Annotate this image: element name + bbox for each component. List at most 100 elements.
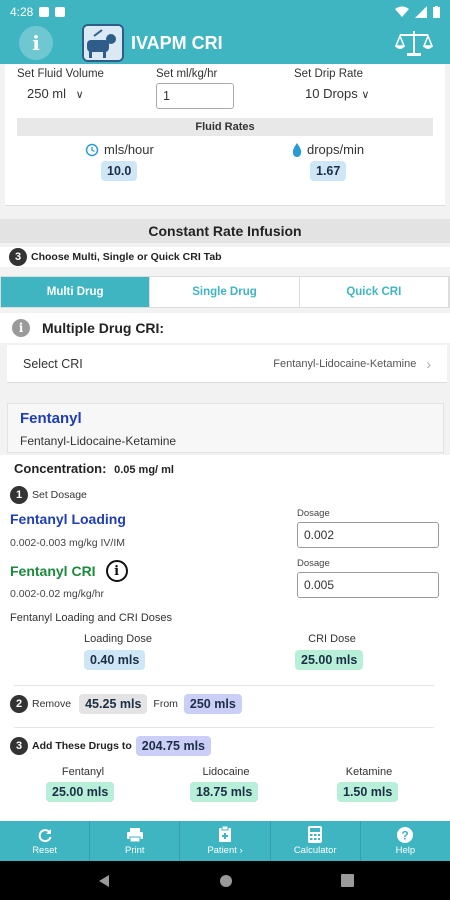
step-3-row: 3 Choose Multi, Single or Quick CRI Tab bbox=[0, 247, 450, 267]
calculator-icon bbox=[308, 826, 323, 843]
back-icon[interactable] bbox=[97, 874, 111, 888]
loading-title: Fentanyl Loading bbox=[10, 511, 126, 527]
set-dosage-label: Set Dosage bbox=[32, 489, 87, 501]
step-3-badge: 3 bbox=[9, 248, 27, 266]
step-2-row: 2 Remove 45.25 mls From 250 mls bbox=[10, 694, 242, 714]
addition-value-fentanyl: 25.00 mls bbox=[46, 782, 115, 802]
nav-print[interactable]: Print bbox=[90, 821, 181, 861]
remove-label: Remove bbox=[32, 698, 72, 710]
select-cri-value: Fentanyl-Lidocaine-Ketamine bbox=[273, 357, 417, 370]
chevron-right-icon: › bbox=[426, 355, 431, 372]
bottom-nav: Reset Print Patient › Calculator ? Help bbox=[0, 821, 450, 861]
divider bbox=[14, 727, 434, 728]
ml-kg-hr-label: Set ml/kg/hr bbox=[156, 68, 218, 80]
step-3-label: Choose Multi, Single or Quick CRI Tab bbox=[31, 251, 222, 263]
drug-calculation-panel: Concentration: 0.05 mg/ ml 1 Set Dosage … bbox=[0, 455, 450, 821]
battery-icon bbox=[433, 6, 440, 18]
recents-icon[interactable] bbox=[340, 874, 354, 887]
remove-value: 45.25 mls bbox=[79, 694, 148, 714]
divider bbox=[14, 685, 434, 686]
mls-hour-label: mls/hour bbox=[85, 142, 154, 157]
step-2-badge: 2 bbox=[10, 695, 28, 713]
cri-title-row: Fentanyl CRI i bbox=[10, 560, 128, 582]
ml-kg-hr-input[interactable] bbox=[156, 83, 234, 109]
addition-name-lidocaine: Lidocaine bbox=[202, 766, 250, 778]
wifi-icon bbox=[395, 6, 409, 17]
drops-min-value: 1.67 bbox=[310, 161, 347, 181]
loading-range: 0.002-0.003 mg/kg IV/IM bbox=[10, 537, 125, 549]
refresh-icon bbox=[38, 828, 52, 842]
concentration-row: Concentration: 0.05 mg/ ml bbox=[14, 461, 174, 476]
drug-combo: Fentanyl-Lidocaine-Ketamine bbox=[20, 434, 177, 448]
loading-dose-value: 0.40 mls bbox=[84, 650, 146, 670]
drip-rate-value: 10 Drops bbox=[305, 86, 358, 101]
multi-drug-title: Multiple Drug CRI: bbox=[42, 320, 165, 336]
step-1-row: 1 Set Dosage bbox=[10, 486, 87, 504]
add-value: 204.75 mls bbox=[135, 736, 212, 756]
select-cri-label: Select CRI bbox=[23, 356, 83, 371]
doses-title: Fentanyl Loading and CRI Doses bbox=[10, 612, 173, 624]
step-1-badge: 1 bbox=[10, 486, 28, 504]
app-bar: i IVAPM CRI bbox=[0, 24, 450, 64]
status-time: 4:28 bbox=[10, 5, 34, 19]
signal-icon bbox=[415, 6, 427, 18]
from-value: 250 mls bbox=[183, 694, 242, 714]
svg-text:?: ? bbox=[402, 828, 409, 842]
addition-value-lidocaine: 18.75 mls bbox=[190, 782, 259, 802]
cri-dosage-input[interactable] bbox=[297, 572, 439, 598]
step-3-add-row: 3 Add These Drugs to 204.75 mls bbox=[10, 736, 212, 756]
status-bar: 4:28 bbox=[0, 0, 450, 24]
step-3-badge: 3 bbox=[10, 737, 28, 755]
cri-range: 0.002-0.02 mg/kg/hr bbox=[10, 588, 104, 600]
from-label: From bbox=[153, 698, 178, 710]
fluid-volume-select[interactable]: 250 ml ∨ bbox=[27, 86, 84, 101]
chevron-down-icon: ∨ bbox=[75, 89, 84, 101]
clipboard-icon bbox=[219, 826, 231, 842]
fluid-rates-header: Fluid Rates bbox=[17, 118, 433, 136]
home-icon[interactable] bbox=[219, 874, 233, 888]
drop-icon bbox=[292, 142, 302, 157]
concentration-value: 0.05 mg/ ml bbox=[114, 464, 174, 476]
info-icon[interactable]: i bbox=[105, 560, 128, 582]
nav-patient[interactable]: Patient › bbox=[180, 821, 271, 861]
loading-dosage-input[interactable] bbox=[297, 522, 439, 548]
loading-dosage-label: Dosage bbox=[297, 508, 330, 519]
chevron-down-icon: ∨ bbox=[361, 89, 370, 101]
tab-multi-drug[interactable]: Multi Drug bbox=[1, 277, 151, 307]
multi-drug-header: i Multiple Drug CRI: bbox=[0, 313, 450, 343]
tab-single-drug[interactable]: Single Drug bbox=[150, 277, 300, 307]
concentration-label: Concentration: bbox=[14, 461, 107, 476]
fluid-volume-label: Set Fluid Volume bbox=[17, 68, 104, 80]
app-title: IVAPM CRI bbox=[131, 33, 223, 53]
add-label: Add These Drugs to bbox=[32, 740, 132, 752]
select-cri-row[interactable]: Select CRI Fentanyl-Lidocaine-Ketamine › bbox=[7, 345, 447, 383]
drops-min-label: drops/min bbox=[292, 142, 364, 157]
printer-icon bbox=[126, 827, 143, 842]
fluid-settings-card: Set Fluid Volume Set ml/kg/hr Set Drip R… bbox=[5, 64, 445, 206]
scale-icon[interactable] bbox=[392, 26, 436, 60]
info-icon[interactable]: i bbox=[12, 319, 30, 337]
cri-dosage-label: Dosage bbox=[297, 558, 330, 569]
fluid-volume-value: 250 ml bbox=[27, 86, 67, 101]
cri-tabs: Multi Drug Single Drug Quick CRI bbox=[0, 276, 450, 308]
tab-quick-cri[interactable]: Quick CRI bbox=[300, 277, 449, 307]
notification-icon bbox=[55, 7, 66, 17]
nav-help[interactable]: ? Help bbox=[361, 821, 450, 861]
notification-icon bbox=[39, 7, 50, 17]
drip-rate-select[interactable]: 10 Drops ∨ bbox=[305, 86, 369, 101]
loading-dose-label: Loading Dose bbox=[84, 633, 152, 645]
nav-calculator[interactable]: Calculator bbox=[271, 821, 361, 861]
cri-dose-label: CRI Dose bbox=[308, 633, 356, 645]
drug-card: Fentanyl Fentanyl-Lidocaine-Ketamine bbox=[7, 403, 444, 453]
addition-name-ketamine: Ketamine bbox=[345, 766, 393, 778]
chevron-right-icon: › bbox=[239, 845, 243, 856]
cri-dose-value: 25.00 mls bbox=[295, 650, 364, 670]
clock-icon bbox=[85, 143, 99, 156]
mls-hour-value: 10.0 bbox=[101, 161, 138, 181]
cri-section-title: Constant Rate Infusion bbox=[0, 219, 450, 243]
nav-reset[interactable]: Reset bbox=[0, 821, 91, 861]
addition-name-fentanyl: Fentanyl bbox=[61, 766, 105, 778]
cri-title: Fentanyl CRI bbox=[10, 563, 96, 579]
info-icon[interactable]: i bbox=[19, 26, 53, 60]
addition-value-ketamine: 1.50 mls bbox=[337, 782, 399, 802]
